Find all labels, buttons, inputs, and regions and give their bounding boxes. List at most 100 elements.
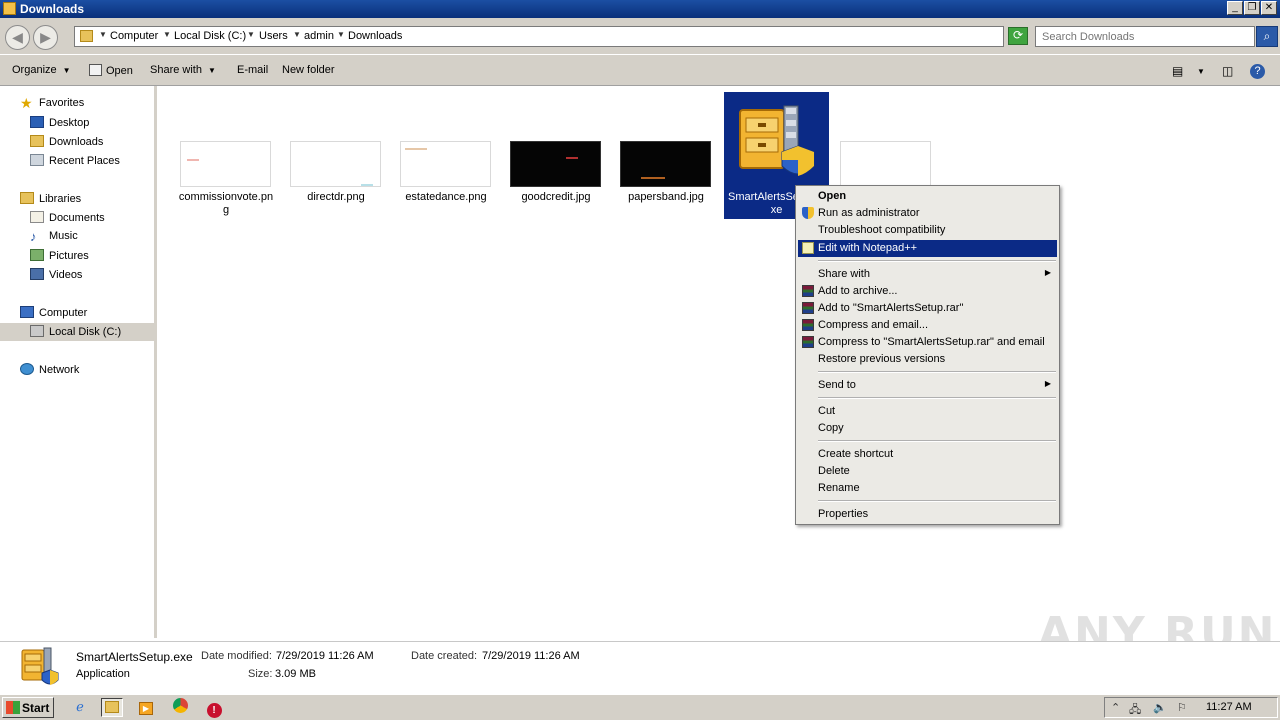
search-icon[interactable]: ⌕: [1256, 26, 1278, 47]
nav-favorites[interactable]: ★ Favorites: [20, 96, 84, 115]
file-item[interactable]: estatedance.png: [390, 141, 492, 221]
nav-label: Pictures: [49, 250, 89, 262]
address-bar[interactable]: ▼ Computer ▼ Local Disk (C:) ▼ Users ▼ a…: [74, 26, 1070, 47]
nav-pictures[interactable]: Pictures: [30, 249, 89, 267]
menu-item-copy[interactable]: Copy: [798, 420, 1057, 437]
file-name: directdr.png: [307, 191, 365, 203]
volume-icon[interactable]: 🔈: [1153, 701, 1167, 714]
chevron-up-icon[interactable]: ⌃: [1111, 701, 1120, 714]
nav-libraries[interactable]: Libraries: [20, 192, 81, 210]
winrar-installer-icon: [739, 105, 815, 176]
organize-button[interactable]: Organize ▼: [12, 64, 71, 76]
forward-button[interactable]: ▶: [33, 25, 58, 50]
menu-item-compress-email[interactable]: Compress and email...: [798, 317, 1057, 334]
back-button[interactable]: ◀: [5, 25, 30, 50]
help-icon[interactable]: ?: [1250, 64, 1265, 79]
menu-item-restore-versions[interactable]: Restore previous versions: [798, 351, 1057, 368]
nav-network[interactable]: Network: [20, 363, 79, 381]
downloads-folder-icon: [30, 135, 44, 147]
internet-explorer-icon[interactable]: ℯ: [69, 698, 91, 717]
file-name: goodcredit.jpg: [521, 191, 591, 203]
refresh-button[interactable]: ⟳: [1008, 27, 1028, 45]
breadcrumb-local-disk[interactable]: Local Disk (C:): [174, 30, 246, 42]
system-tray: ⌃ 🖧 🔈 ⚐: [1104, 697, 1278, 718]
menu-item-add-archive[interactable]: Add to archive...: [798, 283, 1057, 300]
clock[interactable]: 11:27 AM: [1206, 701, 1252, 713]
breadcrumb-computer[interactable]: Computer: [110, 30, 158, 42]
nav-desktop[interactable]: Desktop: [30, 116, 89, 134]
nav-downloads[interactable]: Downloads: [30, 135, 103, 153]
menu-item-cut[interactable]: Cut: [798, 403, 1057, 420]
file-item[interactable]: commissionvote.pn g: [170, 141, 273, 221]
size-label: Size:: [248, 668, 273, 680]
chevron-right-icon[interactable]: ▼: [337, 30, 345, 39]
file-item[interactable]: papersband.jpg: [610, 141, 712, 221]
stop-icon[interactable]: !: [203, 698, 225, 718]
change-view-icon[interactable]: ▤: [1172, 64, 1183, 78]
application-icon: [89, 64, 102, 76]
open-button[interactable]: Open: [89, 64, 133, 77]
chevron-down-icon[interactable]: ▼: [1197, 67, 1205, 76]
explorer-taskbar-button[interactable]: [101, 698, 123, 717]
share-with-label: Share with: [150, 64, 202, 76]
organize-label: Organize: [12, 64, 57, 76]
menu-item-compress-rar-email[interactable]: Compress to "SmartAlertsSetup.rar" and e…: [798, 334, 1057, 351]
menu-label: Add to archive...: [818, 285, 898, 297]
pictures-icon: [30, 249, 44, 261]
menu-item-edit-notepad[interactable]: Edit with Notepad++: [798, 240, 1057, 257]
nav-videos[interactable]: Videos: [30, 268, 82, 286]
file-list[interactable]: commissionvote.pn g directdr.png estated…: [160, 86, 1280, 638]
menu-item-share-with[interactable]: Share with ▶: [798, 266, 1057, 283]
network-icon[interactable]: 🖧: [1129, 701, 1141, 720]
menu-label: Create shortcut: [818, 448, 894, 460]
nav-local-disk[interactable]: Local Disk (C:): [0, 323, 157, 341]
image-thumbnail: [400, 141, 491, 187]
start-button[interactable]: Start: [2, 697, 54, 718]
documents-icon: [30, 211, 44, 223]
nav-music[interactable]: ♪ Music: [30, 230, 78, 248]
file-name: commissionvote.pn: [178, 191, 274, 203]
menu-item-rename[interactable]: Rename: [798, 480, 1057, 497]
nav-recent-places[interactable]: Recent Places: [30, 154, 120, 172]
menu-item-open[interactable]: Open: [798, 188, 1057, 205]
menu-label: Restore previous versions: [818, 353, 946, 365]
menu-item-add-rar[interactable]: Add to "SmartAlertsSetup.rar": [798, 300, 1057, 317]
chevron-right-icon[interactable]: ▼: [247, 30, 255, 39]
nav-label: Computer: [39, 307, 88, 319]
file-item[interactable]: [830, 141, 932, 189]
menu-item-troubleshoot[interactable]: Troubleshoot compatibility: [798, 222, 1057, 239]
menu-item-delete[interactable]: Delete: [798, 463, 1057, 480]
chevron-right-icon[interactable]: ▼: [99, 30, 107, 39]
new-folder-button[interactable]: New folder: [282, 64, 335, 76]
menu-item-run-as-admin[interactable]: Run as administrator: [798, 205, 1057, 222]
preview-pane-icon[interactable]: ◫: [1222, 64, 1233, 78]
file-item[interactable]: goodcredit.jpg: [500, 141, 602, 221]
close-button[interactable]: ✕: [1261, 1, 1277, 15]
nav-label: Downloads: [49, 136, 104, 148]
search-input[interactable]: [1035, 26, 1255, 47]
image-thumbnail: [510, 141, 601, 187]
nav-label: Libraries: [39, 193, 82, 205]
menu-item-properties[interactable]: Properties: [798, 506, 1057, 523]
breadcrumb-users[interactable]: Users: [259, 30, 288, 42]
menu-item-create-shortcut[interactable]: Create shortcut: [798, 446, 1057, 463]
share-with-button[interactable]: Share with ▼: [150, 64, 216, 76]
menu-item-send-to[interactable]: Send to ▶: [798, 377, 1057, 394]
menu-label: Rename: [818, 482, 860, 494]
chevron-right-icon[interactable]: ▼: [293, 30, 301, 39]
action-center-flag-icon[interactable]: ⚐: [1177, 701, 1187, 714]
file-item[interactable]: directdr.png: [280, 141, 382, 221]
menu-label: Copy: [818, 422, 844, 434]
chevron-right-icon[interactable]: ▼: [163, 30, 171, 39]
breadcrumb-downloads[interactable]: Downloads: [348, 30, 402, 42]
restore-button[interactable]: ❐: [1244, 1, 1260, 15]
media-player-icon[interactable]: ▶: [135, 698, 157, 717]
nav-documents[interactable]: Documents: [30, 211, 105, 229]
minimize-button[interactable]: _: [1227, 1, 1243, 15]
nav-computer[interactable]: Computer: [20, 306, 87, 324]
menu-label: Share with: [818, 268, 870, 280]
email-button[interactable]: E-mail: [237, 64, 268, 76]
chrome-icon[interactable]: [169, 698, 191, 717]
breadcrumb-admin[interactable]: admin: [304, 30, 334, 42]
videos-icon: [30, 268, 44, 280]
